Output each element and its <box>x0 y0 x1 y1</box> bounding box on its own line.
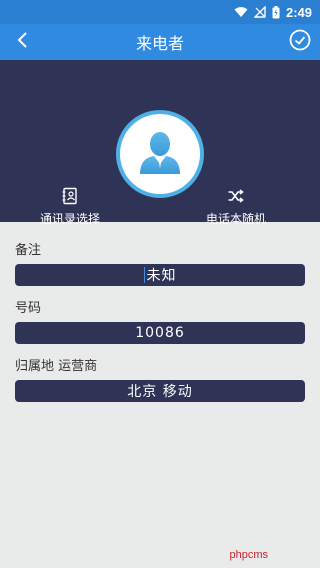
number-field[interactable]: 10086 <box>15 322 305 344</box>
phonebook-random-button[interactable]: 电话本随机 <box>176 186 296 227</box>
chevron-left-icon <box>16 31 28 53</box>
phonebook-random-label: 电话本随机 <box>205 212 266 226</box>
contacts-select-label: 通讯录选择 <box>39 212 100 226</box>
signal-icon <box>253 6 266 18</box>
back-button[interactable] <box>10 30 34 54</box>
battery-icon <box>272 5 280 19</box>
confirm-button[interactable] <box>288 29 312 55</box>
contacts-book-icon <box>60 186 80 206</box>
check-circle-icon <box>289 29 311 55</box>
note-value: 未知 <box>146 268 177 284</box>
carrier-field[interactable]: 北京 移动 <box>15 380 305 402</box>
avatar <box>120 114 200 194</box>
watermark: phpcms <box>229 549 268 561</box>
contacts-select-button[interactable]: 通讯录选择 <box>10 186 130 227</box>
status-time: 2:49 <box>285 4 312 20</box>
note-label: 备注 <box>15 243 42 258</box>
avatar-ring[interactable] <box>116 110 204 198</box>
person-avatar-icon <box>132 124 188 184</box>
status-bar: 2:49 <box>0 0 320 24</box>
caller-header: 通讯录选择 电话本随机 <box>0 60 320 226</box>
page-title: 来电者 <box>135 34 184 53</box>
carrier-label: 归属地 运营商 <box>15 359 98 374</box>
caller-form: 备注 未知 号码 10086 归属地 运营商 北京 移动 <box>0 242 320 402</box>
text-cursor <box>143 267 145 283</box>
shuffle-icon <box>226 186 246 206</box>
number-label: 号码 <box>15 301 42 316</box>
carrier-value: 北京 移动 <box>127 384 193 400</box>
note-field[interactable]: 未知 <box>15 264 305 286</box>
app-bar: 来电者 <box>0 24 320 60</box>
number-value: 10086 <box>135 325 185 341</box>
wifi-icon <box>234 6 248 18</box>
